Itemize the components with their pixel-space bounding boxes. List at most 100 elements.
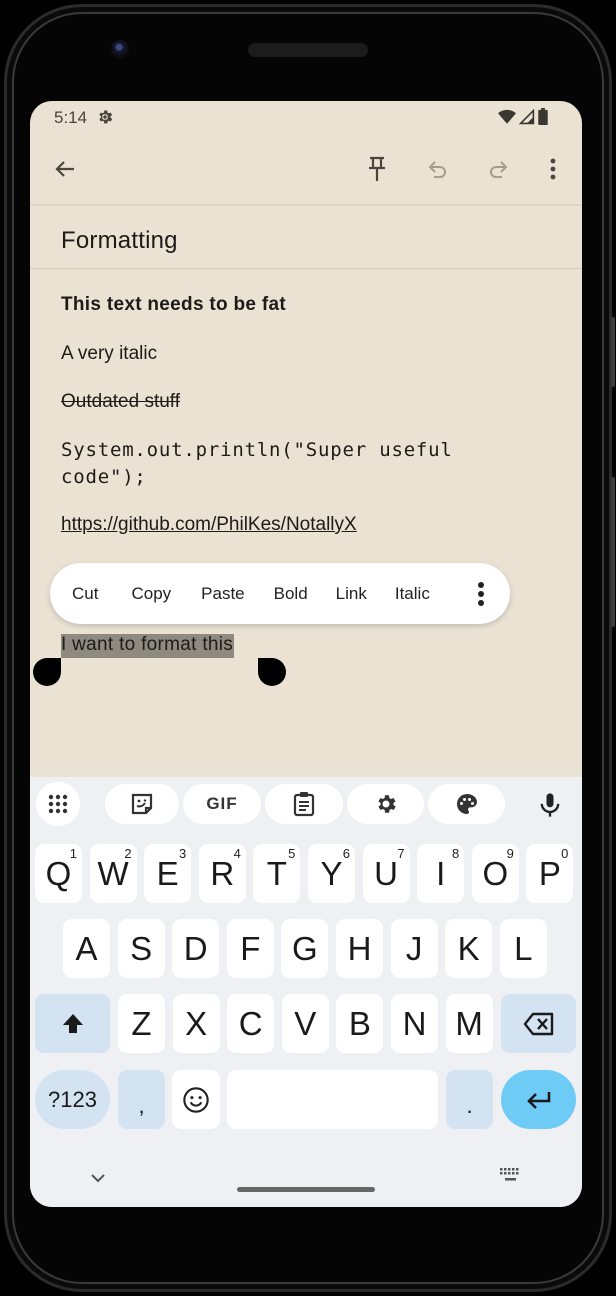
back-button[interactable] (51, 155, 79, 183)
menu-bold[interactable]: Bold (274, 584, 308, 604)
key-label: P (538, 854, 561, 892)
selected-text[interactable]: I want to format this (61, 634, 235, 658)
key-label: Y (320, 854, 343, 892)
sticker-icon (131, 793, 153, 815)
redo-button[interactable] (484, 155, 512, 183)
key-k[interactable]: K (445, 919, 493, 978)
key-label: F (240, 929, 261, 967)
key-m[interactable]: M (445, 994, 493, 1053)
key-hint: 5 (288, 846, 296, 861)
key-o[interactable]: O9 (471, 844, 519, 903)
more-vert-icon (550, 158, 556, 180)
key-g[interactable]: G (281, 919, 329, 978)
key-y[interactable]: Y6 (308, 844, 355, 903)
more-vert-icon[interactable] (476, 581, 486, 607)
key-u[interactable]: U7 (362, 844, 410, 903)
link-text[interactable]: https://github.com/PhilKes/NotallyX (61, 514, 357, 536)
menu-copy[interactable]: Copy (131, 584, 171, 604)
settings-icon (377, 795, 396, 813)
keyboard-theme-button[interactable] (428, 784, 505, 824)
key-label: N (402, 1004, 427, 1042)
key-p[interactable]: P0 (526, 844, 574, 903)
key-d[interactable]: D (172, 919, 220, 978)
key-hint: 2 (124, 846, 132, 861)
keyboard-apps-button[interactable] (36, 782, 80, 826)
note-title[interactable]: Formatting (61, 227, 178, 255)
key-label: C (238, 1004, 263, 1042)
more-options-button[interactable] (539, 155, 567, 183)
key-label: G (292, 929, 318, 967)
key-hint: 0 (561, 846, 569, 861)
italic-text[interactable]: A very italic (61, 343, 157, 365)
key-label: L (514, 929, 533, 967)
key-period[interactable]: . (446, 1070, 493, 1129)
menu-link[interactable]: Link (336, 584, 367, 604)
key-symbols[interactable]: ?123 (35, 1070, 110, 1129)
gesture-nav-bar[interactable] (237, 1187, 375, 1192)
key-hint: 7 (397, 846, 405, 861)
key-label: U (374, 854, 399, 892)
key-a[interactable]: A (63, 919, 110, 978)
key-v[interactable]: V (281, 994, 329, 1053)
palette-icon (456, 794, 477, 814)
key-x[interactable]: X (172, 994, 220, 1053)
key-q[interactable]: Q1 (35, 844, 82, 903)
key-backspace[interactable] (501, 994, 576, 1053)
key-label: M (455, 1004, 483, 1042)
key-z[interactable]: Z (118, 994, 165, 1053)
key-f[interactable]: F (226, 919, 274, 978)
key-h[interactable]: H (336, 919, 383, 978)
switch-keyboard-button[interactable] (500, 1168, 522, 1189)
keyboard-gif-button[interactable]: GIF (183, 784, 261, 824)
apps-grid-icon (48, 794, 68, 814)
pin-icon (369, 156, 385, 181)
key-hint: 6 (342, 846, 350, 861)
key-hint: 3 (178, 846, 187, 861)
key-w[interactable]: W2 (89, 844, 137, 903)
emoji-icon (183, 1086, 209, 1113)
selection-handle-end[interactable] (258, 658, 286, 686)
key-shift[interactable] (35, 994, 110, 1053)
key-c[interactable]: C (227, 994, 275, 1053)
key-n[interactable]: N (391, 994, 438, 1053)
key-e[interactable]: E3 (144, 844, 192, 903)
undo-button[interactable] (424, 155, 452, 183)
bold-text[interactable]: This text needs to be fat (61, 294, 286, 316)
keyboard-voice-button[interactable] (536, 791, 564, 824)
key-j[interactable]: J (390, 919, 438, 978)
pin-button[interactable] (363, 155, 391, 183)
key-label: Q (45, 854, 72, 892)
key-r[interactable]: R4 (198, 844, 246, 903)
selection-handle-start[interactable] (33, 658, 61, 686)
backspace-icon (523, 1012, 553, 1035)
key-space[interactable] (227, 1070, 438, 1129)
key-label: V (294, 1004, 317, 1042)
screen: 5:14 Formatting This text needs to be fa… (30, 101, 582, 1207)
key-emoji[interactable] (172, 1070, 220, 1129)
menu-cut[interactable]: Cut (72, 584, 98, 604)
key-enter[interactable] (501, 1070, 576, 1129)
wifi-icon (498, 109, 516, 124)
shift-arrow-icon (62, 1013, 83, 1033)
key-hint: 4 (233, 846, 241, 861)
menu-italic[interactable]: Italic (395, 584, 430, 604)
key-s[interactable]: S (117, 919, 165, 978)
key-label: I (436, 854, 446, 892)
keyboard-clipboard-button[interactable] (265, 784, 343, 824)
key-t[interactable]: T5 (253, 844, 301, 903)
keyboard-settings-button[interactable] (347, 784, 424, 824)
key-label: R (210, 854, 235, 892)
hide-keyboard-button[interactable] (90, 1170, 106, 1188)
clipboard-icon (293, 792, 315, 817)
key-i[interactable]: I8 (417, 844, 465, 903)
keyboard-sticker-button[interactable] (105, 784, 179, 824)
strikethrough-text[interactable]: Outdated stuff (61, 391, 180, 413)
volume-button (611, 317, 615, 387)
cellular-signal-icon (519, 108, 535, 124)
enter-icon (526, 1091, 550, 1109)
key-l[interactable]: L (499, 919, 547, 978)
code-text[interactable]: System.out.println("Super useful code"); (61, 437, 541, 491)
key-comma[interactable]: , (118, 1070, 165, 1129)
menu-paste[interactable]: Paste (201, 584, 244, 604)
key-b[interactable]: B (336, 994, 384, 1053)
